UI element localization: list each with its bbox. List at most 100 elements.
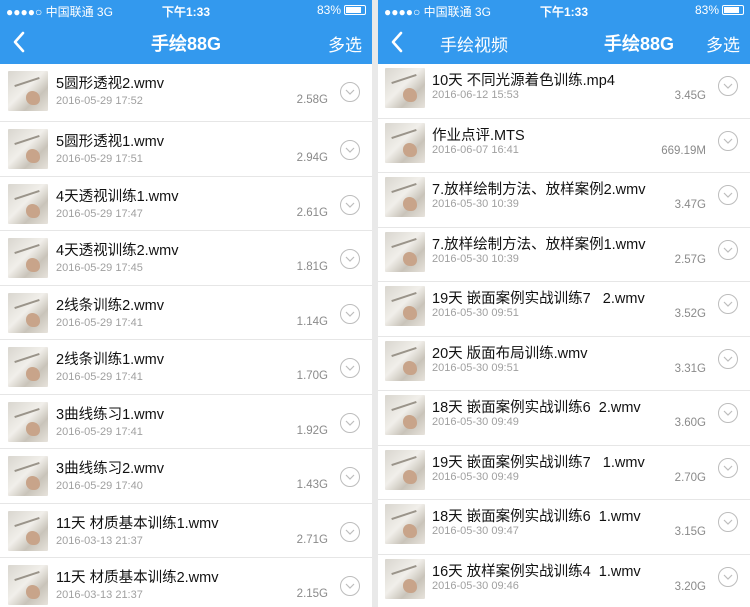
file-name: 11天 材质基本训练1.wmv	[56, 515, 219, 532]
chevron-down-circle-icon[interactable]	[718, 403, 738, 423]
status-bar: ●●●●○ 中国联通 3G 下午1:33 83%	[378, 0, 750, 20]
chevron-down-icon	[345, 529, 355, 535]
file-row[interactable]: 11天 材质基本训练2.wmv 2016-03-13 21:37 2.15G	[0, 558, 372, 607]
file-row[interactable]: 7.放样绘制方法、放样案例2.wmv 2016-05-30 10:39 3.47G	[378, 173, 750, 228]
file-size: 2.61G	[296, 206, 328, 219]
chevron-down-circle-icon[interactable]	[718, 76, 738, 96]
file-name: 2线条训练2.wmv	[56, 297, 164, 314]
chevron-down-circle-icon[interactable]	[340, 82, 360, 102]
battery-percent: 83%	[316, 3, 341, 17]
file-row[interactable]: 16天 放样案例实战训练4 1.wmv 2016-05-30 09:46 3.20G	[378, 554, 750, 607]
chevron-down-circle-icon[interactable]	[340, 521, 360, 542]
file-size: 2.70G	[674, 471, 706, 484]
file-size: 2.58G	[296, 94, 328, 106]
chevron-down-circle-icon[interactable]	[340, 467, 360, 487]
chevron-down-circle-icon[interactable]	[340, 194, 360, 215]
chevron-down-icon	[723, 301, 733, 307]
video-thumbnail-icon	[8, 71, 48, 111]
file-date: 2016-03-13 21:37	[56, 589, 143, 601]
file-row[interactable]: 19天 嵌面案例实战训练7 2.wmv 2016-05-30 09:51 3.52G	[378, 282, 750, 337]
video-thumbnail-icon	[385, 286, 425, 326]
file-row[interactable]: 11天 材质基本训练1.wmv 2016-03-13 21:37 2.71G	[0, 503, 372, 558]
chevron-down-circle-icon[interactable]	[340, 303, 360, 324]
file-name: 18天 嵌面案例实战训练6 1.wmv	[432, 509, 641, 525]
file-size: 1.81G	[296, 261, 328, 273]
file-list: 10天 不同光源着色训练.mp4 2016-06-12 15:53 3.45G 作业点…	[378, 64, 750, 607]
file-size: 669.19M	[661, 144, 706, 157]
file-row[interactable]: 19天 嵌面案例实战训练7 1.wmv 2016-05-30 09:49 2.70G	[378, 445, 750, 500]
file-size: 1.14G	[296, 315, 328, 328]
chevron-down-circle-icon[interactable]	[718, 185, 738, 205]
chevron-down-icon	[345, 311, 355, 317]
file-date: 2016-05-30 10:39	[432, 252, 519, 265]
file-size: 2.71G	[296, 533, 328, 546]
file-date: 2016-05-30 09:49	[432, 416, 519, 428]
video-thumbnail-icon	[385, 340, 425, 381]
file-row[interactable]: 2线条训练2.wmv 2016-05-29 17:41 1.14G	[0, 285, 372, 340]
file-list: 5圆形透视2.wmv 2016-05-29 17:52 2.58G 5圆形透视1.wm…	[0, 64, 372, 607]
file-row[interactable]: 5圆形透视2.wmv 2016-05-29 17:52 2.58G	[0, 64, 372, 122]
file-size: 1.43G	[296, 479, 328, 491]
chevron-down-circle-icon[interactable]	[718, 566, 738, 587]
multi-select-button[interactable]: 多选	[706, 31, 740, 56]
file-size: 1.92G	[296, 424, 328, 437]
file-row[interactable]: 4天透视训练2.wmv 2016-05-29 17:45 1.81G	[0, 231, 372, 286]
file-row[interactable]: 18天 嵌面案例实战训练6 1.wmv 2016-05-30 09:47 3.15G	[378, 500, 750, 555]
file-date: 2016-06-07 16:41	[432, 143, 519, 156]
file-row[interactable]: 7.放样绘制方法、放样案例1.wmv 2016-05-30 10:39 2.57G	[378, 227, 750, 282]
nav-title: 手绘88G	[603, 34, 675, 54]
file-size: 2.57G	[674, 253, 706, 266]
file-row[interactable]: 3曲线练习1.wmv 2016-05-29 17:41 1.92G	[0, 394, 372, 449]
file-date: 2016-05-30 09:46	[432, 579, 519, 592]
file-size: 1.70G	[296, 370, 328, 382]
chevron-down-icon	[345, 365, 355, 371]
file-row[interactable]: 4天透视训练1.wmv 2016-05-29 17:47 2.61G	[0, 176, 372, 231]
file-row[interactable]: 18天 嵌面案例实战训练6 2.wmv 2016-05-30 09:49 3.60G	[378, 391, 750, 446]
file-date: 2016-05-29 17:45	[56, 262, 143, 274]
chevron-down-icon	[723, 356, 733, 362]
nav-bar: 手绘88G 多选	[0, 20, 372, 64]
file-date: 2016-05-29 17:41	[56, 316, 143, 329]
file-size: 2.15G	[296, 588, 328, 600]
nav-bar: 手绘视频 手绘88G 多选	[378, 20, 750, 64]
file-row[interactable]: 10天 不同光源着色训练.mp4 2016-06-12 15:53 3.45G	[378, 64, 750, 119]
file-row[interactable]: 作业点评.MTS 2016-06-07 16:41 669.19M	[378, 118, 750, 173]
video-thumbnail-icon	[385, 395, 425, 435]
file-name: 18天 嵌面案例实战训练6 2.wmv	[432, 400, 641, 416]
chevron-down-circle-icon[interactable]	[340, 140, 360, 160]
file-name: 3曲线练习2.wmv	[56, 461, 164, 477]
battery-percent: 83%	[694, 3, 719, 17]
file-name: 20天 版面布局训练.wmv	[432, 345, 588, 362]
file-size: 2.94G	[296, 152, 328, 164]
multi-select-button[interactable]: 多选	[328, 31, 362, 56]
chevron-down-circle-icon[interactable]	[718, 457, 738, 478]
chevron-down-circle-icon[interactable]	[340, 576, 360, 596]
chevron-down-icon	[723, 410, 733, 416]
video-thumbnail-icon	[8, 238, 48, 278]
file-row[interactable]: 2线条训练1.wmv 2016-05-29 17:41 1.70G	[0, 340, 372, 395]
chevron-down-circle-icon[interactable]	[718, 130, 738, 151]
file-name: 19天 嵌面案例实战训练7 1.wmv	[432, 454, 645, 471]
video-thumbnail-icon	[8, 129, 48, 169]
file-date: 2016-05-29 17:41	[56, 371, 143, 383]
chevron-down-icon	[723, 247, 733, 253]
file-row[interactable]: 5圆形透视1.wmv 2016-05-29 17:51 2.94G	[0, 122, 372, 177]
chevron-down-circle-icon[interactable]	[718, 512, 738, 532]
chevron-down-circle-icon[interactable]	[340, 249, 360, 269]
file-date: 2016-05-29 17:41	[56, 425, 143, 438]
chevron-down-circle-icon[interactable]	[340, 412, 360, 433]
chevron-down-icon	[345, 202, 355, 208]
video-thumbnail-icon	[385, 558, 425, 599]
chevron-down-icon	[723, 192, 733, 198]
chevron-down-circle-icon[interactable]	[718, 294, 738, 314]
file-row[interactable]: 3曲线练习2.wmv 2016-05-29 17:40 1.43G	[0, 449, 372, 504]
video-thumbnail-icon	[8, 565, 48, 605]
chevron-down-circle-icon[interactable]	[340, 358, 360, 378]
chevron-down-circle-icon[interactable]	[718, 239, 738, 260]
file-name: 作业点评.MTS	[432, 127, 525, 144]
file-name: 7.放样绘制方法、放样案例1.wmv	[432, 236, 646, 253]
chevron-down-circle-icon[interactable]	[718, 348, 738, 369]
file-date: 2016-05-30 09:51	[432, 361, 519, 374]
file-size: 3.15G	[674, 526, 706, 538]
file-row[interactable]: 20天 版面布局训练.wmv 2016-05-30 09:51 3.31G	[378, 336, 750, 391]
